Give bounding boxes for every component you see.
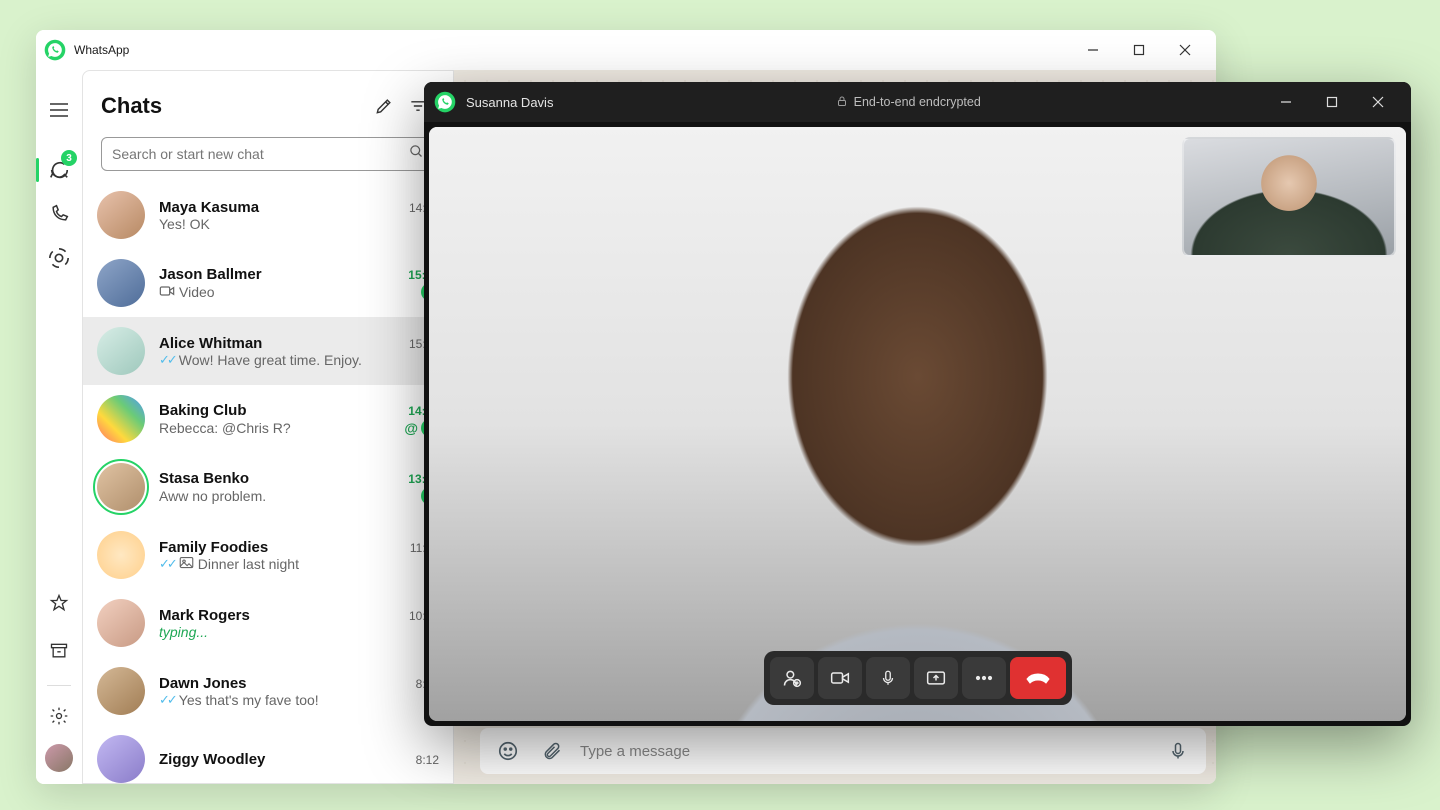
chat-name: Ziggy Woodley [159, 751, 416, 768]
window-minimize-button[interactable] [1070, 34, 1116, 66]
nav-rail: 3 [36, 70, 82, 784]
chat-preview: Video [179, 284, 417, 300]
search-icon [409, 144, 424, 164]
typing-indicator: typing... [159, 624, 439, 640]
chat-item[interactable]: Baking Club14:44 Rebecca: @Chris R? @ 1 [83, 385, 453, 453]
whatsapp-icon [434, 91, 456, 113]
lock-icon [836, 95, 848, 110]
avatar [97, 327, 145, 375]
search-input[interactable] [112, 146, 409, 162]
video-icon [159, 284, 175, 300]
avatar [97, 735, 145, 783]
avatar [97, 259, 145, 307]
chat-name: Baking Club [159, 402, 408, 419]
chat-item[interactable]: Family Foodies11:23 ✓✓ Dinner last night [83, 521, 453, 589]
nav-settings-button[interactable] [39, 696, 79, 736]
call-toolbar [764, 651, 1072, 705]
chat-preview: Yes that's my fave too! [179, 692, 439, 708]
search-box[interactable] [101, 137, 435, 171]
nav-status-button[interactable] [39, 238, 79, 278]
message-input[interactable] [580, 743, 1150, 760]
nav-chats-button[interactable]: 3 [39, 150, 79, 190]
app-title: WhatsApp [74, 43, 129, 57]
chat-preview: Wow! Have great time. Enjoy. [179, 352, 439, 368]
chat-time: 8:12 [416, 753, 439, 767]
self-video-preview[interactable] [1182, 137, 1396, 257]
avatar [97, 599, 145, 647]
chat-item[interactable]: Dawn Jones8:33 ✓✓ Yes that's my fave too… [83, 657, 453, 725]
new-chat-button[interactable] [367, 89, 401, 123]
composer-bar [480, 728, 1206, 774]
whatsapp-icon [44, 39, 66, 61]
photo-icon [179, 556, 194, 572]
chat-name: Alice Whitman [159, 335, 409, 352]
mention-icon: @ [404, 420, 418, 436]
my-profile-avatar[interactable] [45, 744, 73, 772]
nav-starred-button[interactable] [39, 583, 79, 623]
hamburger-menu-button[interactable] [39, 90, 79, 130]
chat-item[interactable]: Ziggy Woodley8:12 [83, 725, 453, 783]
chat-name: Stasa Benko [159, 470, 408, 487]
nav-chats-badge: 3 [61, 150, 77, 166]
avatar [97, 667, 145, 715]
remote-video [429, 127, 1406, 721]
chat-item[interactable]: Alice Whitman15:18 ✓✓ Wow! Have great ti… [83, 317, 453, 385]
avatar [97, 395, 145, 443]
call-titlebar: Susanna Davis End-to-end endcrypted [424, 82, 1411, 122]
call-window-maximize-button[interactable] [1309, 86, 1355, 118]
window-close-button[interactable] [1162, 34, 1208, 66]
chat-preview: Aww no problem. [159, 488, 417, 504]
call-peer-name: Susanna Davis [466, 95, 553, 110]
add-participant-button[interactable] [770, 657, 814, 699]
hangup-button[interactable] [1010, 657, 1066, 699]
chats-title: Chats [101, 93, 367, 119]
chat-item[interactable]: Mark Rogers10:55 typing... [83, 589, 453, 657]
share-screen-button[interactable] [914, 657, 958, 699]
chat-name: Maya Kasuma [159, 199, 409, 216]
chat-list: Maya Kasuma14:57 Yes! OK Jason Ballmer15… [83, 181, 453, 783]
call-window-minimize-button[interactable] [1263, 86, 1309, 118]
chat-item[interactable]: Jason Ballmer15:22 Video 3 [83, 249, 453, 317]
chat-preview: Yes! OK [159, 216, 422, 232]
chat-item[interactable]: Stasa Benko13:56 Aww no problem. 2 [83, 453, 453, 521]
chat-item[interactable]: Maya Kasuma14:57 Yes! OK [83, 181, 453, 249]
chat-name: Mark Rogers [159, 607, 409, 624]
chat-name: Dawn Jones [159, 675, 416, 692]
chat-preview: Dinner last night [198, 556, 439, 572]
chat-preview: Rebecca: @Chris R? [159, 420, 400, 436]
toggle-mic-button[interactable] [866, 657, 910, 699]
more-options-button[interactable] [962, 657, 1006, 699]
window-titlebar: WhatsApp [36, 30, 1216, 70]
read-ticks-icon: ✓✓ [159, 352, 175, 368]
read-ticks-icon: ✓✓ [159, 556, 175, 572]
read-ticks-icon: ✓✓ [159, 692, 175, 708]
chat-name: Family Foodies [159, 539, 410, 556]
chat-name: Jason Ballmer [159, 266, 408, 283]
avatar [97, 531, 145, 579]
call-window: Susanna Davis End-to-end endcrypted [424, 82, 1411, 726]
avatar [97, 463, 145, 511]
window-maximize-button[interactable] [1116, 34, 1162, 66]
nav-calls-button[interactable] [39, 194, 79, 234]
avatar [97, 191, 145, 239]
emoji-button[interactable] [492, 735, 524, 767]
toggle-video-button[interactable] [818, 657, 862, 699]
encryption-label: End-to-end endcrypted [854, 95, 981, 109]
call-window-close-button[interactable] [1355, 86, 1401, 118]
chats-panel: Chats [82, 70, 454, 784]
attach-button[interactable] [536, 735, 568, 767]
voice-message-button[interactable] [1162, 735, 1194, 767]
nav-archive-button[interactable] [39, 631, 79, 671]
